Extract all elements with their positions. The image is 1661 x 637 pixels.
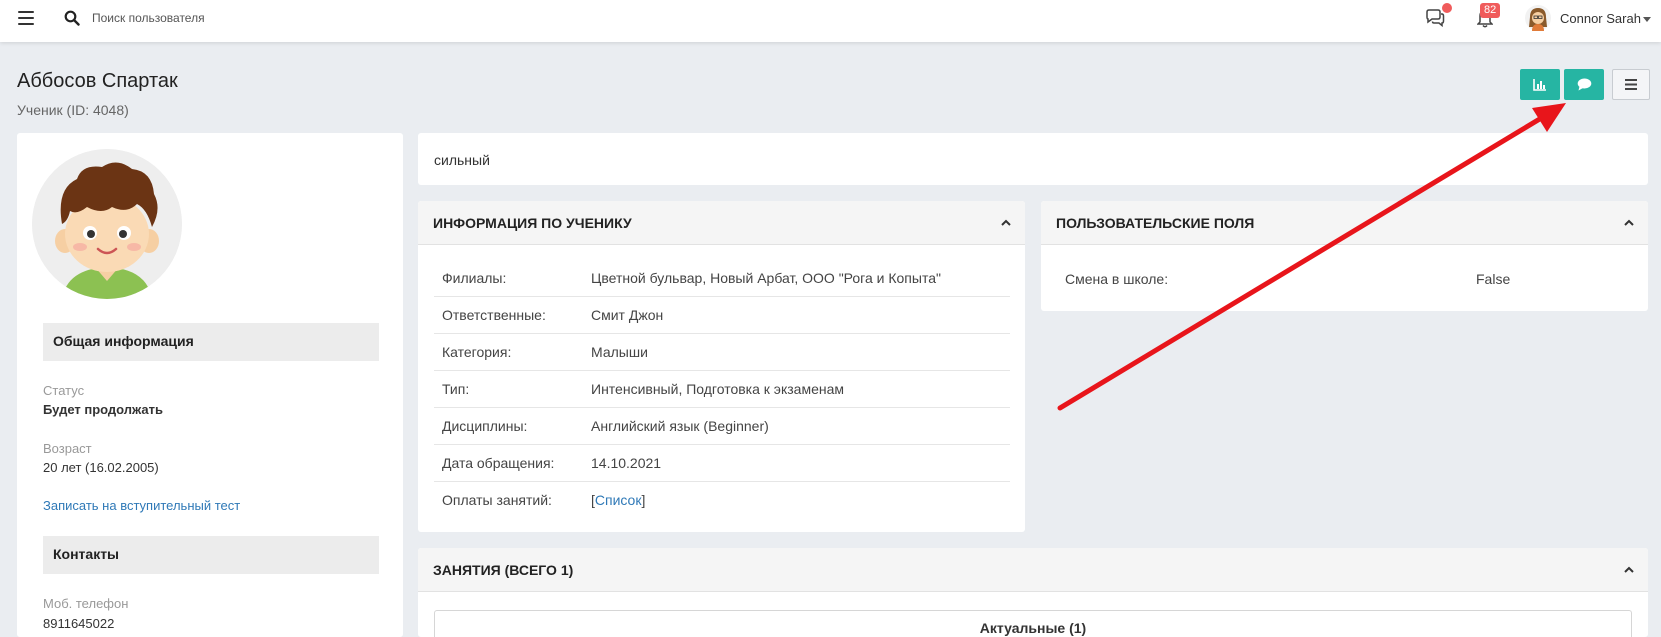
info-value: Интенсивный, Подготовка к экзаменам <box>591 381 844 397</box>
student-info-table: Филиалы: Цветной бульвар, Новый Арбат, О… <box>434 260 1010 519</box>
mobile-phone-label: Моб. телефон <box>43 596 129 611</box>
status-value: Будет продолжать <box>43 402 164 417</box>
note-text: сильный <box>434 152 490 168</box>
info-value: 14.10.2021 <box>591 455 662 471</box>
user-name-dropdown[interactable]: Connor Sarah <box>1560 11 1641 26</box>
info-value: Малыши <box>591 344 648 360</box>
age-label: Возраст <box>43 441 92 456</box>
hamburger-icon <box>1625 79 1637 90</box>
statistics-button[interactable] <box>1520 69 1560 100</box>
info-key: Оплаты занятий: <box>442 492 552 508</box>
custom-fields-title: ПОЛЬЗОВАТЕЛЬСКИЕ ПОЛЯ <box>1056 215 1255 231</box>
payments-list: [Список] <box>591 492 646 508</box>
comment-button[interactable] <box>1564 69 1604 100</box>
chevron-up-icon[interactable] <box>1624 565 1634 575</box>
search-icon <box>64 10 80 26</box>
info-value: Английский язык (Beginner) <box>591 418 769 434</box>
general-info-heading: Общая информация <box>43 323 379 361</box>
chat-unread-dot <box>1442 3 1452 13</box>
info-key: Ответственные: <box>442 307 546 323</box>
user-avatar[interactable] <box>1525 5 1551 31</box>
info-key: Категория: <box>442 344 512 360</box>
info-row-category: Категория: Малыши <box>434 334 1010 371</box>
info-key: Дата обращения: <box>442 455 555 471</box>
chat-icon[interactable] <box>1425 9 1445 27</box>
payments-list-link[interactable]: Список <box>595 492 642 508</box>
comment-icon <box>1577 78 1591 91</box>
custom-field-key: Смена в школе: <box>1065 271 1169 287</box>
page-subtitle: Ученик (ID: 4048) <box>17 102 129 118</box>
status-label: Статус <box>43 383 85 398</box>
info-key: Дисциплины: <box>442 418 528 434</box>
notifications-badge: 82 <box>1480 3 1501 18</box>
lessons-header: ЗАНЯТИЯ (ВСЕГО 1) <box>418 548 1648 592</box>
responsible-link[interactable]: Смит Джон <box>591 307 663 323</box>
student-info-header: ИНФОРМАЦИЯ ПО УЧЕНИКУ <box>418 201 1025 245</box>
student-info-title: ИНФОРМАЦИЯ ПО УЧЕНИКУ <box>433 215 632 231</box>
caret-down-icon[interactable] <box>1643 17 1651 22</box>
chevron-up-icon[interactable] <box>1001 218 1011 228</box>
lessons-title: ЗАНЯТИЯ (ВСЕГО 1) <box>433 562 574 578</box>
student-avatar <box>32 149 182 299</box>
info-row-responsible: Ответственные: Смит Джон <box>434 297 1010 334</box>
info-row-branches: Филиалы: Цветной бульвар, Новый Арбат, О… <box>434 260 1010 297</box>
profile-card: Общая информация Статус Будет продолжать… <box>17 133 403 637</box>
lessons-card: ЗАНЯТИЯ (ВСЕГО 1) Актуальные (1) <box>418 548 1648 637</box>
tab-current-lessons[interactable]: Актуальные (1) <box>434 610 1632 637</box>
entrance-test-link[interactable]: Записать на вступительный тест <box>43 498 240 513</box>
contacts-heading: Контакты <box>43 536 379 574</box>
branches-link[interactable]: Цветной бульвар, Новый Арбат, ООО "Рога … <box>591 270 941 286</box>
user-search-input[interactable] <box>92 8 392 28</box>
bar-chart-icon <box>1533 78 1546 91</box>
top-bar: 82 Connor Sarah <box>0 0 1661 42</box>
custom-fields-card: ПОЛЬЗОВАТЕЛЬСКИЕ ПОЛЯ Смена в школе: Fal… <box>1041 201 1648 311</box>
info-key: Тип: <box>442 381 470 397</box>
info-row-disciplines: Дисциплины: Английский язык (Beginner) <box>434 408 1010 445</box>
info-row-payments: Оплаты занятий: [Список] <box>434 482 1010 519</box>
custom-field-value: False <box>1476 271 1511 287</box>
more-menu-button[interactable] <box>1612 69 1650 100</box>
chevron-up-icon[interactable] <box>1624 218 1634 228</box>
student-info-card: ИНФОРМАЦИЯ ПО УЧЕНИКУ Филиалы: Цветной б… <box>418 201 1025 532</box>
info-row-type: Тип: Интенсивный, Подготовка к экзаменам <box>434 371 1010 408</box>
age-value: 20 лет (16.02.2005) <box>43 460 159 475</box>
note-card: сильный <box>418 133 1648 185</box>
mobile-phone-value: 8911645022 <box>43 616 115 631</box>
custom-fields-header: ПОЛЬЗОВАТЕЛЬСКИЕ ПОЛЯ <box>1041 201 1648 245</box>
info-key: Филиалы: <box>442 270 507 286</box>
page-title: Аббосов Спартак <box>17 70 178 92</box>
info-row-contact-date: Дата обращения: 14.10.2021 <box>434 445 1010 482</box>
menu-toggle-icon[interactable] <box>18 11 34 25</box>
